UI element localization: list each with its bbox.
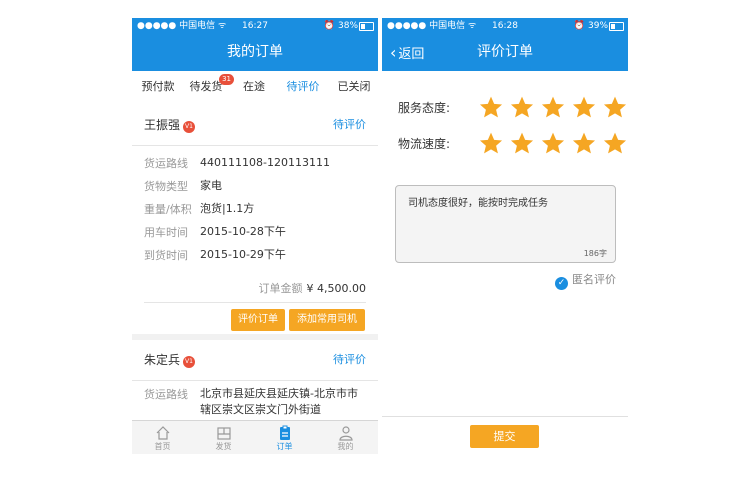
star-icon[interactable] [509,131,535,157]
driver-name-text: 王振强 [144,118,181,132]
field-key: 用车时间 [144,226,188,239]
count-badge: 31 [219,74,234,85]
star-icon[interactable] [509,95,535,121]
char-count: 186字 [583,249,607,258]
field-value: 泡货|1.1方 [200,202,255,215]
tab-label: 在途 [243,80,265,93]
rating-label: 物流速度: [398,137,451,151]
star-icon[interactable] [478,95,504,121]
home-icon [156,426,169,440]
field-value: 2015-10-28下午 [200,225,286,238]
star-icon[interactable] [540,131,566,157]
tab-label: 预付款 [141,80,175,93]
ship-icon [216,427,231,440]
status-bar: ●●●●● 中国电信 ᯤ 16:27 ⏰ 38% [132,18,378,34]
order-status: 待评价 [333,118,366,131]
user-icon [338,426,353,441]
tab-bar-ship[interactable]: 发货 [193,421,254,454]
tab-label: 待发货 [189,80,223,93]
star-icon[interactable] [602,95,628,121]
tab-bar-label: 订单 [276,442,293,451]
orders-screen: ●●●●● 中国电信 ᯤ 16:27 ⏰ 38% 我的订单 预付款 待发货 31… [132,18,378,454]
rate-order-button[interactable]: 评价订单 [231,309,285,331]
anonymous-label: 匿名评价 [572,273,616,286]
comment-textarea[interactable]: 司机态度很好，能按时完成任务 186字 [395,185,616,263]
field-value: 2015-10-29下午 [200,248,286,261]
field-key: 货物类型 [144,180,188,193]
battery-icon [359,22,374,31]
field-key: 重量/体积 [144,203,192,216]
tab-bar-label: 我的 [337,442,354,451]
divider [382,416,628,417]
field-value: 北京市县延庆县延庆镇-北京市市辖区崇文区崇文门外街道 [200,387,358,416]
battery-icon [609,22,624,31]
battery-label: ⏰ 39% [573,21,608,31]
tab-bar-label: 首页 [154,442,171,451]
amount-label: 订单金额 [258,282,303,295]
star-icon[interactable] [602,131,628,157]
rating-label: 服务态度: [398,101,451,115]
tab-bar: 首页 发货 订单 我的 [132,420,378,454]
rate-order-screen: ●●●●● 中国电信 ᯤ 16:28 ⏰ 39% ‹ 返回 评价订单 服务态度: … [382,18,628,454]
vip-badge: V1 [183,121,196,133]
driver-name: 王振强 V1 [144,105,196,145]
add-favorite-driver-button[interactable]: 添加常用司机 [289,309,365,331]
star-icon[interactable] [571,131,597,157]
submit-button[interactable]: 提交 [470,425,539,448]
star-icon[interactable] [571,95,597,121]
field-key: 货运路线 [144,388,188,401]
order-status: 待评价 [333,353,366,366]
status-bar: ●●●●● 中国电信 ᯤ 16:28 ⏰ 39% [382,18,628,34]
order-card[interactable]: 朱定兵 V1 待评价 货运路线 北京市县延庆县延庆镇-北京市市辖区崇文区崇文门外街… [132,340,378,420]
check-icon: ✓ [555,277,568,290]
order-icon [279,425,290,440]
driver-name-text: 朱定兵 [144,353,181,367]
tab-bar-me[interactable]: 我的 [315,421,376,454]
field-key: 到货时间 [144,249,188,262]
star-icon[interactable] [540,95,566,121]
order-card-header: 朱定兵 V1 待评价 [132,340,378,381]
driver-name: 朱定兵 V1 [144,340,196,380]
page-title: 我的订单 [227,44,283,60]
tab-bar-orders[interactable]: 订单 [254,421,315,454]
order-amount: 订单金额 ¥ 4,500.00 [259,280,366,296]
tab-bar-home[interactable]: 首页 [132,421,193,454]
field-value: 家电 [200,179,222,192]
star-icon[interactable] [478,131,504,157]
anonymous-toggle[interactable]: ✓ 匿名评价 [555,272,616,290]
order-card-header: 王振强 V1 待评价 [132,105,378,146]
page-title: 评价订单 [477,44,533,60]
nav-bar: 我的订单 [132,34,378,71]
field-key: 货运路线 [144,157,188,170]
tab-label: 待评价 [286,80,320,93]
amount-value: ¥ 4,500.00 [306,282,366,295]
divider [144,302,366,303]
battery-label: ⏰ 38% [323,21,358,31]
field-value: 440111108-120113111 [200,156,330,169]
nav-bar: ‹ 返回 评价订单 [382,34,628,71]
tab-bar-label: 发货 [215,442,232,451]
comment-text: 司机态度很好，能按时完成任务 [408,198,548,209]
tab-label: 已关闭 [337,80,371,93]
vip-badge: V1 [183,356,196,368]
order-card[interactable]: 王振强 V1 待评价 货运路线 440111108-120113111 货物类型 … [132,105,378,334]
